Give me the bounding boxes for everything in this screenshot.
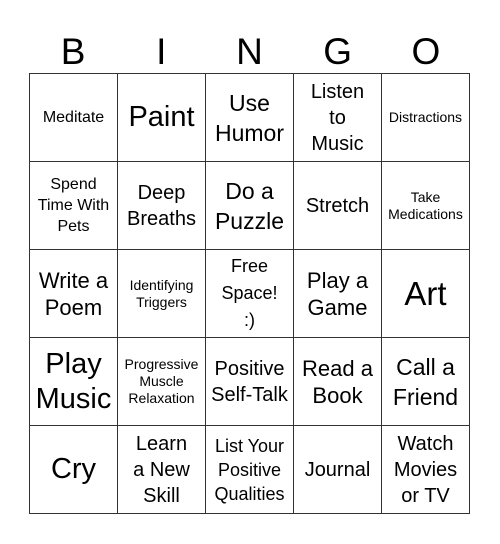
cell-label: Identifying Triggers <box>129 276 194 310</box>
bingo-cell[interactable]: Take Medications <box>382 162 470 250</box>
cell-label: Art <box>404 274 447 312</box>
bingo-cell[interactable]: Do a Puzzle <box>206 162 294 250</box>
bingo-cell[interactable]: Call a Friend <box>382 338 470 426</box>
bingo-cell[interactable]: Watch Movies or TV <box>382 426 470 514</box>
bingo-cell[interactable]: Listen to Music <box>294 74 382 162</box>
bingo-header: B I N G O <box>29 28 470 73</box>
cell-label: Take Medications <box>388 188 463 222</box>
cell-label: Use Humor <box>214 89 284 146</box>
bingo-cell[interactable]: Write a Poem <box>30 250 118 338</box>
cell-label: Cry <box>50 453 97 485</box>
bingo-cell[interactable]: Art <box>382 250 470 338</box>
cell-label: Meditate <box>42 109 105 126</box>
cell-label: Positive Self-Talk <box>211 357 288 406</box>
cell-label: Progressive Muscle Relaxation <box>124 356 199 406</box>
bingo-cell[interactable]: Meditate <box>30 74 118 162</box>
header-letter-b: B <box>60 31 86 72</box>
cell-label: Paint <box>128 101 195 133</box>
cell-label: Journal <box>304 458 371 481</box>
bingo-cell[interactable]: Identifying Triggers <box>118 250 206 338</box>
cell-label: Write a Poem <box>38 267 109 320</box>
bingo-cell[interactable]: Play Music <box>30 338 118 426</box>
header-letter-o: O <box>411 31 441 72</box>
cell-label: Watch Movies or TV <box>393 432 458 507</box>
bingo-cell[interactable]: Read a Book <box>294 338 382 426</box>
cell-label: Listen to Music <box>310 80 365 155</box>
cell-label: Spend Time With Pets <box>37 176 110 235</box>
cell-label: Play Music <box>35 347 112 415</box>
cell-label: Call a Friend <box>392 353 459 410</box>
cell-label: Distractions <box>388 109 463 125</box>
bingo-cell[interactable]: Paint <box>118 74 206 162</box>
bingo-cell[interactable]: Journal <box>294 426 382 514</box>
cell-label: Do a Puzzle <box>214 177 285 234</box>
bingo-cell[interactable]: Learn a New Skill <box>118 426 206 514</box>
bingo-cell[interactable]: Play a Game <box>294 250 382 338</box>
cell-label: Play a Game <box>306 267 369 320</box>
cell-label: Learn a New Skill <box>133 432 190 507</box>
cell-label: Deep Breaths <box>127 181 196 230</box>
bingo-cell[interactable]: List Your Positive Qualities <box>206 426 294 514</box>
cell-label: Stretch <box>305 194 370 217</box>
bingo-cell[interactable]: Spend Time With Pets <box>30 162 118 250</box>
cell-label: Free Space! :) <box>221 256 278 330</box>
free-space-cell[interactable]: Free Space! :) <box>206 250 294 338</box>
bingo-cell[interactable]: Cry <box>30 426 118 514</box>
header-letter-g: G <box>323 31 353 72</box>
bingo-cell[interactable]: Deep Breaths <box>118 162 206 250</box>
bingo-cell[interactable]: Positive Self-Talk <box>206 338 294 426</box>
bingo-cell[interactable]: Distractions <box>382 74 470 162</box>
header-letter-i: I <box>156 31 167 72</box>
bingo-cell[interactable]: Progressive Muscle Relaxation <box>118 338 206 426</box>
bingo-cell[interactable]: Stretch <box>294 162 382 250</box>
bingo-cell[interactable]: Use Humor <box>206 74 294 162</box>
cell-label: Read a Book <box>302 355 373 408</box>
bingo-card-grid: Meditate Paint Use Humor Listen to Music… <box>29 73 470 514</box>
cell-label: List Your Positive Qualities <box>214 435 285 504</box>
header-letter-n: N <box>236 31 263 72</box>
